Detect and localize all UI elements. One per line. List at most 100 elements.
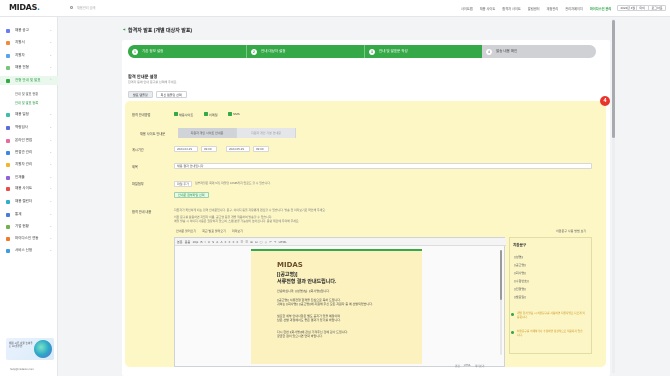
substitution-item[interactable]: [(회사명)]	[514, 271, 526, 275]
tab-template[interactable]: 발표 템플릿	[128, 91, 153, 98]
top-nav-item[interactable]: 계정관리	[547, 6, 559, 11]
sidebar-item[interactable]: 인재풀 ⌄	[0, 173, 58, 182]
substitution-item[interactable]: [(공고명)]	[514, 263, 526, 267]
page-scrollbar[interactable]	[612, 19, 615, 373]
editor-scrollbar[interactable]	[500, 250, 502, 355]
substitution-item[interactable]: [(전형명)]	[514, 287, 526, 291]
top-nav-item[interactable]: 채용 사이트	[480, 6, 496, 11]
sidebar-item[interactable]: 기업 현황 ⌄	[0, 222, 58, 231]
tab-latest-template[interactable]: 최신 템플릿 선택	[155, 91, 187, 98]
step-4[interactable]: 4 발송 내용 확인	[482, 45, 596, 58]
mode-preview[interactable]: 미리보기	[475, 364, 485, 368]
mode-edit[interactable]: 편집	[455, 364, 460, 368]
step-2[interactable]: 2 안내 대상자 설정	[246, 45, 364, 58]
editor-document[interactable]: MIDAS [(공고명)] 서류전형 결과 안내드립니다. 안녕하십니까, [(…	[251, 249, 422, 364]
editor-tool-button[interactable]: ⊞	[250, 238, 253, 245]
attach-button[interactable]: 파일 추가	[174, 181, 192, 187]
top-nav-highlight[interactable]: 마이다스인 관리	[590, 6, 611, 11]
editor-tool-button[interactable]: ≡	[229, 238, 231, 245]
editor-tool-button[interactable]: ◇	[265, 238, 267, 245]
editor-tool-button[interactable]: ▢	[260, 238, 263, 245]
editor-tool-button[interactable]: I	[205, 238, 206, 245]
sidebar-item[interactable]: 지원자 ⌄	[0, 51, 58, 60]
checkbox-email[interactable]: 이메일	[204, 112, 218, 117]
editor-tool-button[interactable]: U	[208, 238, 210, 245]
editor-tool-button[interactable]: ↷	[274, 238, 277, 245]
editor-tool-button[interactable]: ≡	[225, 238, 227, 245]
start-time-field[interactable]: 09:00	[201, 146, 217, 152]
sidebar-item[interactable]: 마이다스인 연동 ⌄	[0, 234, 58, 243]
sidebar-item-label: 전형 안내 및 발표	[15, 78, 41, 82]
sidebar-item[interactable]: 전형 안내 및 발표 ⌃	[0, 76, 58, 85]
checkbox-site[interactable]: 채용사이트	[174, 112, 193, 117]
section-subtitle: 합격자 등에 안내 문구를 선택해 주세요.	[128, 80, 178, 84]
editor-tool-button[interactable]: S	[212, 238, 214, 245]
end-time-field[interactable]: 09:00	[253, 146, 269, 152]
toggle-personal-basic[interactable]: 지원자 개인 기본 안내문	[237, 128, 296, 138]
sidebar-item[interactable]: 지원서 ⌄	[0, 38, 58, 47]
editor-tool-button[interactable]: A	[220, 238, 222, 245]
sidebar-item[interactable]: 채용 전형 ⌄	[0, 63, 58, 72]
editor-tool-button[interactable]: HTML	[279, 238, 287, 245]
search-input[interactable]: 채용관리 검색	[69, 5, 219, 12]
top-nav-item[interactable]: 사이트맵	[461, 6, 473, 11]
editor-tool-button[interactable]: ☰	[240, 238, 243, 245]
sidebar-item-icon	[6, 65, 10, 70]
editor-tool-button[interactable]: ≡	[233, 238, 235, 245]
top-nav-item[interactable]: 합격자 사이트	[502, 6, 520, 11]
start-date-field[interactable]: 2024.04.29	[174, 146, 198, 152]
substitution-item[interactable]: [(수험번호)]	[514, 279, 529, 283]
load-notice-button[interactable]: 안내문 불러오기	[176, 229, 196, 233]
editor-tool-button[interactable]: 10pt	[192, 238, 198, 245]
step-1[interactable]: 1 기존 정보 설정	[128, 45, 246, 58]
attach-select-button[interactable]: 안내문 첨부파일 선택	[174, 192, 209, 198]
sidebar-item-label: 채용 캘린더	[15, 199, 33, 203]
sidebar-item-label: 채용 사이트	[15, 186, 33, 190]
editor-tool-button[interactable]: B	[200, 238, 202, 245]
editor-tool-button[interactable]: 돋움	[185, 238, 191, 245]
sidebar-sub-register[interactable]: 안내 및 발표 등록	[15, 100, 38, 105]
sidebar-item[interactable]: 면접관 관리 ⌄	[0, 148, 58, 157]
my-button[interactable]: 마이	[636, 5, 649, 11]
chevron-icon: ⌃	[49, 78, 52, 82]
sidebar-item[interactable]: 채용 공고 ⌄	[0, 26, 58, 35]
preview-button[interactable]: 미리보기	[232, 229, 243, 233]
sidebar-item-label: 지원자 관리	[15, 162, 33, 166]
sidebar-item[interactable]: 채용 일정 ⌄	[0, 110, 58, 119]
editor-tool-button[interactable]: A	[216, 238, 218, 245]
chevron-icon: ⌄	[49, 138, 52, 142]
substitution-item[interactable]: [(발표일)]	[514, 295, 526, 299]
editor-tool-button[interactable]: ☰	[245, 238, 248, 245]
load-recent-button[interactable]: 최근 발표 불러오기	[202, 229, 226, 233]
sidebar-item[interactable]: 통계 ⌄	[0, 210, 58, 219]
top-nav: 사이트맵 채용 사이트 합격자 사이트 알림센터 계정관리 관리자페이지 마이다…	[461, 6, 611, 11]
chevron-icon: ⌄	[49, 186, 52, 190]
editor-tool-button[interactable]: ≡	[237, 238, 239, 245]
sidebar-item[interactable]: 서비스 신청 ⌄	[0, 246, 58, 255]
logout-button[interactable]: 로그아웃	[648, 5, 667, 11]
substitution-help-link[interactable]: 치환문구 사용 방법 보기	[556, 229, 586, 233]
rich-text-editor[interactable]: 본문 돋움 10pt B I U S A A ≡ ≡ ≡ ≡ ☰ ☰ ⊞ ⊟ ▢ ◇ ↶ ↷ HTML MIDAS [(공…	[174, 237, 506, 368]
sidebar-item[interactable]: 역량검사 ⌄	[0, 123, 58, 132]
mode-html[interactable]: HTML	[464, 364, 471, 368]
sidebar-sub-status[interactable]: 안내 및 발표 현황	[15, 91, 38, 96]
chevron-icon: ⌄	[49, 248, 52, 252]
sidebar-item[interactable]: 지원자 관리 ⌄	[0, 160, 58, 169]
substitution-item[interactable]: [(성명)]	[514, 255, 523, 259]
step-3[interactable]: 3 안내 및 발표문 작성	[364, 45, 482, 58]
end-date-field[interactable]: 2024.05.29	[226, 146, 250, 152]
top-nav-item[interactable]: 관리자페이지	[565, 6, 583, 11]
editor-tool-button[interactable]: 본문	[177, 238, 183, 245]
editor-tool-button[interactable]: ⊟	[255, 238, 258, 245]
sidebar-item[interactable]: 채용 캘린더 ⌄	[0, 197, 58, 206]
checkbox-sms[interactable]: SMS	[228, 112, 240, 116]
midas-logo[interactable]: MIDAS.	[9, 3, 40, 12]
promo-banner[interactable]: 채용 시즌 효율 높여주는 AI 솔루션	[6, 338, 54, 360]
sidebar-item[interactable]: 채용 사이트 ⌄	[0, 184, 58, 193]
document-logo: MIDAS	[277, 261, 303, 269]
subject-input[interactable]: 채용 결과 안내입니다	[174, 163, 592, 169]
editor-tool-button[interactable]: ↶	[269, 238, 272, 245]
top-nav-item[interactable]: 알림센터	[528, 6, 540, 11]
toggle-personal-site[interactable]: 지원자 개인 사이트 안내문	[178, 128, 237, 138]
sidebar-item[interactable]: 온라인 면접 ⌄	[0, 136, 58, 145]
